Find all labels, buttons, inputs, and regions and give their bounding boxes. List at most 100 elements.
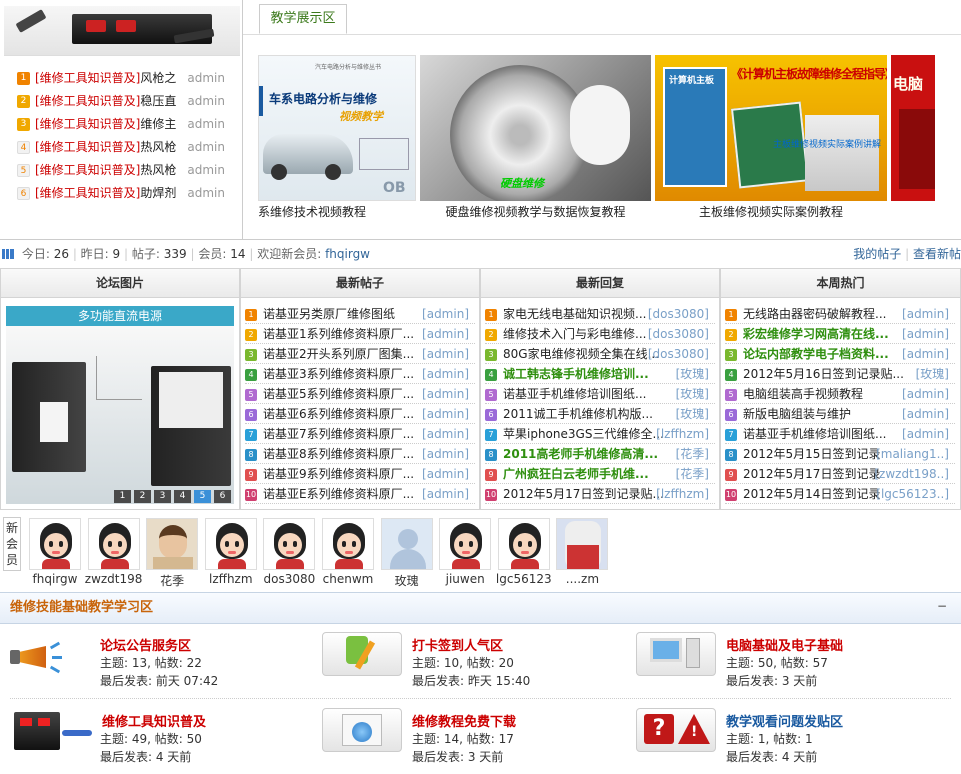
thread-title[interactable]: 诺基亚1系列维修资料原厂...	[263, 327, 414, 341]
thread-title[interactable]: 电脑组装高手视频教程	[743, 387, 863, 401]
top-post-item[interactable]: 3 [维修工具知识普及]维修主 admin	[17, 114, 241, 134]
thread-title[interactable]: 家电无线电基础知识视频...	[503, 307, 646, 321]
member-avatar[interactable]	[87, 518, 140, 570]
thread-title[interactable]: 2012年5月17日签到记录贴...	[503, 487, 664, 501]
list-item[interactable]: 10 2012年5月14日签到记录 [lgc56123..]	[725, 484, 955, 504]
thread-author[interactable]: [lzffhzm]	[656, 424, 709, 444]
slider-page-button[interactable]: 2	[134, 490, 151, 503]
forum-name[interactable]: 打卡签到人气区	[412, 635, 503, 654]
member-avatar[interactable]	[439, 518, 492, 570]
top-post-item[interactable]: 1 [维修工具知识普及]风枪之 admin	[17, 68, 241, 88]
thread-title[interactable]: 诺基亚8系列维修资料原厂...	[263, 447, 414, 461]
member-avatar[interactable]	[497, 518, 550, 570]
solder-station-icon[interactable]	[10, 704, 92, 756]
thread-author[interactable]: [maliang1..]	[876, 444, 949, 464]
thread-author[interactable]: [admin]	[422, 324, 469, 344]
post-author[interactable]: admin	[187, 91, 225, 111]
thread-author[interactable]: [dos3080]	[648, 304, 709, 324]
thread-author[interactable]: [admin]	[422, 464, 469, 484]
thread-title[interactable]: 诺基亚E系列维修资料原厂...	[263, 487, 414, 501]
list-item[interactable]: 4 2012年5月16日签到记录贴... [玫瑰]	[725, 364, 955, 384]
list-item[interactable]: 3 论坛内部教学电子档资料... [admin]	[725, 344, 955, 364]
my-posts-link[interactable]: 我的帖子	[853, 247, 901, 261]
member-name[interactable]: jiuwen	[435, 572, 495, 586]
member-name[interactable]: ....zm	[552, 572, 612, 586]
forum-name[interactable]: 维修教程免费下载	[412, 711, 516, 730]
thread-author[interactable]: [admin]	[902, 304, 949, 324]
list-item[interactable]: 8 诺基亚8系列维修资料原厂... [admin]	[245, 444, 475, 464]
thread-title[interactable]: 诺基亚9系列维修资料原厂...	[263, 467, 414, 481]
top-post-item[interactable]: 6 [维修工具知识普及]助焊剂 admin	[17, 183, 241, 203]
member-name[interactable]: 花季	[142, 572, 202, 589]
list-item[interactable]: 5 诺基亚手机维修培训图纸... [玫瑰]	[485, 384, 715, 404]
thread-title[interactable]: 诺基亚3系列维修资料原厂...	[263, 367, 414, 381]
thread-author[interactable]: [玫瑰]	[676, 404, 709, 424]
list-item[interactable]: 1 诺基亚另类原厂维修图纸 [admin]	[245, 304, 475, 324]
member-avatar[interactable]	[263, 518, 316, 570]
list-item[interactable]: 6 新版电脑组装与维护 [admin]	[725, 404, 955, 424]
list-item[interactable]: 4 诺基亚3系列维修资料原厂... [admin]	[245, 364, 475, 384]
thread-author[interactable]: [admin]	[422, 484, 469, 504]
forum-last-post[interactable]: 最后发表: 4 天前	[100, 748, 191, 765]
thread-author[interactable]: [admin]	[902, 384, 949, 404]
top-post-title[interactable]: [维修工具知识普及]热风枪	[35, 140, 176, 154]
forum-last-post[interactable]: 最后发表: 前天 07:42	[100, 672, 218, 689]
top-post-item[interactable]: 5 [维修工具知识普及]热风枪 admin	[17, 160, 241, 180]
member-name[interactable]: lgc56123	[494, 572, 554, 586]
slider-page-button[interactable]: 5	[194, 490, 211, 503]
list-item[interactable]: 8 2012年5月15日签到记录 [maliang1..]	[725, 444, 955, 464]
member-avatar[interactable]	[146, 518, 199, 570]
forum-last-post[interactable]: 最后发表: 3 天前	[412, 748, 503, 765]
member-avatar[interactable]	[322, 518, 374, 570]
list-item[interactable]: 1 无线路由器密码破解教程... [admin]	[725, 304, 955, 324]
thread-title[interactable]: 2012年5月17日签到记录	[743, 467, 880, 481]
thread-title[interactable]: 2011诚工手机维修机构版...	[503, 407, 653, 421]
forum-name[interactable]: 电脑基础及电子基础	[726, 635, 843, 654]
list-item[interactable]: 4 诚工韩志锋手机维修培训... [玫瑰]	[485, 364, 715, 384]
megaphone-icon[interactable]	[10, 628, 92, 680]
forum-last-post[interactable]: 最后发表: 昨天 15:40	[412, 672, 530, 689]
post-author[interactable]: admin	[187, 137, 225, 157]
top-post-title[interactable]: [维修工具知识普及]热风枪	[35, 163, 176, 177]
top-post-title[interactable]: [维修工具知识普及]助焊剂	[35, 186, 176, 200]
list-item[interactable]: 5 电脑组装高手视频教程 [admin]	[725, 384, 955, 404]
thread-author[interactable]: [admin]	[902, 424, 949, 444]
thread-author[interactable]: [admin]	[422, 364, 469, 384]
showcase-caption-2[interactable]: 硬盘维修视频教学与数据恢复教程	[420, 203, 651, 219]
forum-name[interactable]: 论坛公告服务区	[100, 635, 191, 654]
thread-title[interactable]: 广州疯狂白云老师手机维...	[503, 467, 649, 481]
thread-author[interactable]: [admin]	[422, 424, 469, 444]
top-post-item[interactable]: 4 [维修工具知识普及]热风枪 admin	[17, 137, 241, 157]
thread-author[interactable]: [lzffhzm]	[656, 484, 709, 504]
question-warning-icon[interactable]: ?!	[636, 704, 718, 756]
list-item[interactable]: 10 2012年5月17日签到记录贴... [lzffhzm]	[485, 484, 715, 504]
thread-title[interactable]: 2012年5月15日签到记录	[743, 447, 880, 461]
slider-page-button[interactable]: 1	[114, 490, 131, 503]
download-folder-icon[interactable]	[322, 704, 404, 756]
forum-last-post[interactable]: 最后发表: 3 天前	[726, 672, 817, 689]
list-item[interactable]: 2 诺基亚1系列维修资料原厂... [admin]	[245, 324, 475, 344]
thread-author[interactable]: [admin]	[902, 324, 949, 344]
thread-author[interactable]: [花季]	[676, 464, 709, 484]
thread-title[interactable]: 维修技术入门与彩电维修...	[503, 327, 646, 341]
forum-name[interactable]: 教学观看问题发贴区	[726, 711, 843, 730]
computer-icon[interactable]	[636, 628, 718, 680]
list-item[interactable]: 7 诺基亚手机维修培训图纸... [admin]	[725, 424, 955, 444]
thread-author[interactable]: [admin]	[902, 404, 949, 424]
thread-author[interactable]: [admin]	[422, 384, 469, 404]
top-post-item[interactable]: 2 [维修工具知识普及]稳压直 admin	[17, 91, 241, 111]
thread-title[interactable]: 诺基亚手机维修培训图纸...	[743, 427, 886, 441]
thread-title[interactable]: 诺基亚5系列维修资料原厂...	[263, 387, 414, 401]
list-item[interactable]: 2 维修技术入门与彩电维修... [dos3080]	[485, 324, 715, 344]
thread-author[interactable]: [admin]	[422, 404, 469, 424]
top-post-title[interactable]: [维修工具知识普及]维修主	[35, 117, 176, 131]
showcase-thumb-hdd[interactable]: 硬盘维修	[420, 55, 651, 201]
thread-author[interactable]: [admin]	[422, 304, 469, 324]
post-author[interactable]: admin	[187, 160, 225, 180]
thread-title[interactable]: 诚工韩志锋手机维修培训...	[503, 367, 649, 381]
thread-title[interactable]: 2011高老师手机维修高清...	[503, 447, 658, 461]
list-item[interactable]: 2 彩宏维修学习网高清在线... [admin]	[725, 324, 955, 344]
member-name[interactable]: dos3080	[259, 572, 319, 586]
list-item[interactable]: 9 诺基亚9系列维修资料原厂... [admin]	[245, 464, 475, 484]
member-avatar[interactable]	[556, 518, 609, 570]
